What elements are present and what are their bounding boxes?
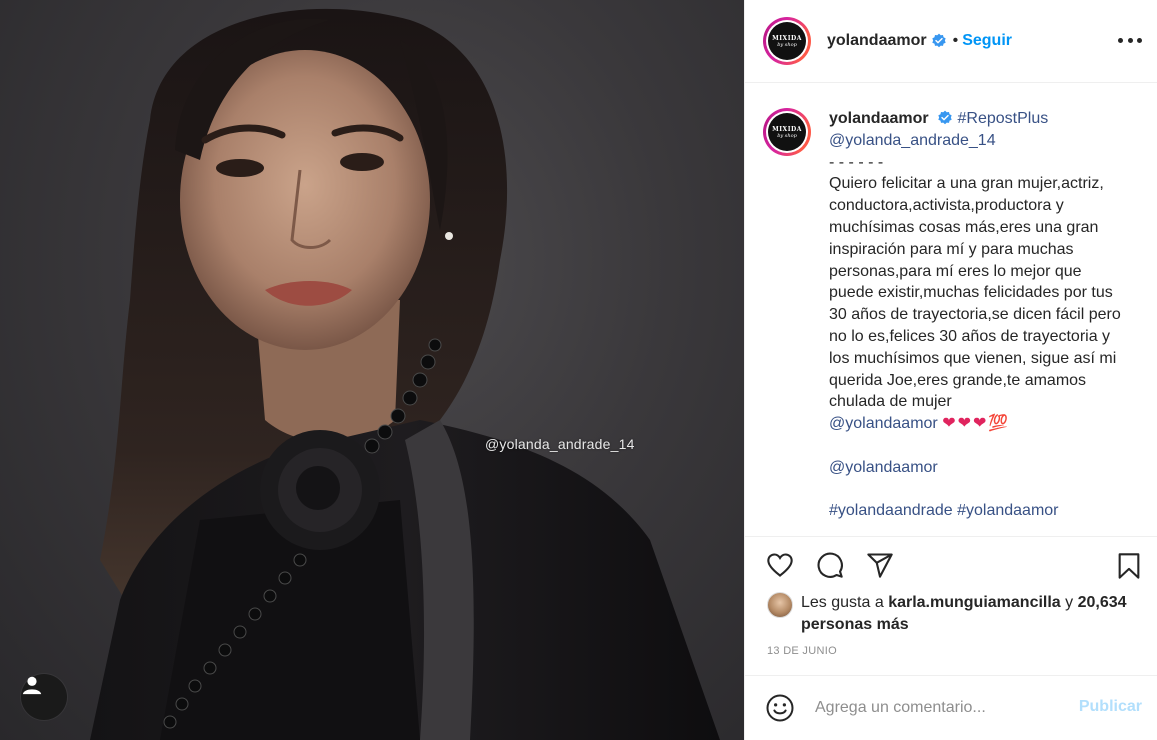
portrait-illustration — [90, 8, 720, 740]
post-side-panel: MIXIDA by shop yolandaamor • Seguir MIXI… — [744, 0, 1157, 740]
emoji-group: ❤❤❤💯 — [942, 415, 1011, 433]
post-date[interactable]: 13 DE JUNIO — [767, 645, 837, 657]
caption-username[interactable]: yolandaamor — [829, 110, 929, 127]
hashtag-link[interactable]: #RepostPlus — [958, 110, 1049, 127]
mention-link[interactable]: @yolanda_andrade_14 — [829, 130, 1129, 152]
separator-dot: • — [952, 32, 959, 49]
caption-avatar[interactable]: MIXIDA by shop — [763, 108, 811, 156]
avatar[interactable]: MIXIDA by shop — [763, 17, 811, 65]
share-icon[interactable] — [865, 551, 895, 579]
logo-text-top: MIXIDA — [772, 34, 802, 42]
publish-button[interactable]: Publicar — [1079, 698, 1142, 716]
verified-badge-icon — [938, 110, 952, 125]
comment-icon[interactable] — [815, 551, 845, 579]
verified-badge-icon — [931, 33, 946, 48]
caption-dashes: - - - - - - — [829, 153, 884, 171]
logo-text-top: MIXIDA — [772, 125, 802, 133]
more-options-icon[interactable] — [1118, 30, 1142, 50]
hashtag-links[interactable]: #yolandaandrade #yolandaamor — [829, 500, 1129, 522]
profile-button[interactable] — [21, 674, 67, 720]
likes-joiner: y — [1065, 594, 1074, 611]
comment-bar: Publicar — [745, 675, 1157, 740]
bookmark-icon[interactable] — [1115, 551, 1143, 581]
post-photo[interactable]: @yolanda_andrade_14 — [0, 0, 744, 740]
mention-link[interactable]: @yolandaamor — [829, 457, 1129, 479]
photo-watermark: @yolanda_andrade_14 — [485, 436, 635, 452]
likes-prefix: Les gusta a — [801, 594, 884, 611]
action-bar — [745, 536, 1157, 586]
logo-text-bottom: by shop — [777, 132, 797, 139]
liker-avatar[interactable] — [767, 592, 793, 618]
post-header: MIXIDA by shop yolandaamor • Seguir — [745, 0, 1157, 83]
follow-button[interactable]: Seguir — [962, 32, 1012, 50]
smiley-icon[interactable] — [765, 693, 795, 723]
person-icon — [22, 676, 42, 695]
caption-text: yolandaamor #RepostPlus @yolanda_andrade… — [829, 108, 1129, 536]
likes-summary: Les gusta a karla.munguiamancilla y 20,6… — [767, 592, 1131, 636]
liker-username[interactable]: karla.munguiamancilla — [888, 594, 1061, 611]
heart-icon[interactable] — [765, 551, 795, 579]
comment-input[interactable] — [815, 699, 1065, 717]
header-username[interactable]: yolandaamor — [827, 32, 927, 50]
mention-link[interactable]: @yolandaamor — [829, 415, 938, 432]
brand-logo: MIXIDA by shop — [768, 113, 806, 151]
brand-logo: MIXIDA by shop — [768, 22, 806, 60]
caption-body: Quiero felicitar a una gran mujer,actriz… — [829, 175, 1126, 411]
logo-text-bottom: by shop — [777, 41, 797, 48]
caption-area[interactable]: MIXIDA by shop yolandaamor #RepostPlus @… — [745, 84, 1157, 536]
